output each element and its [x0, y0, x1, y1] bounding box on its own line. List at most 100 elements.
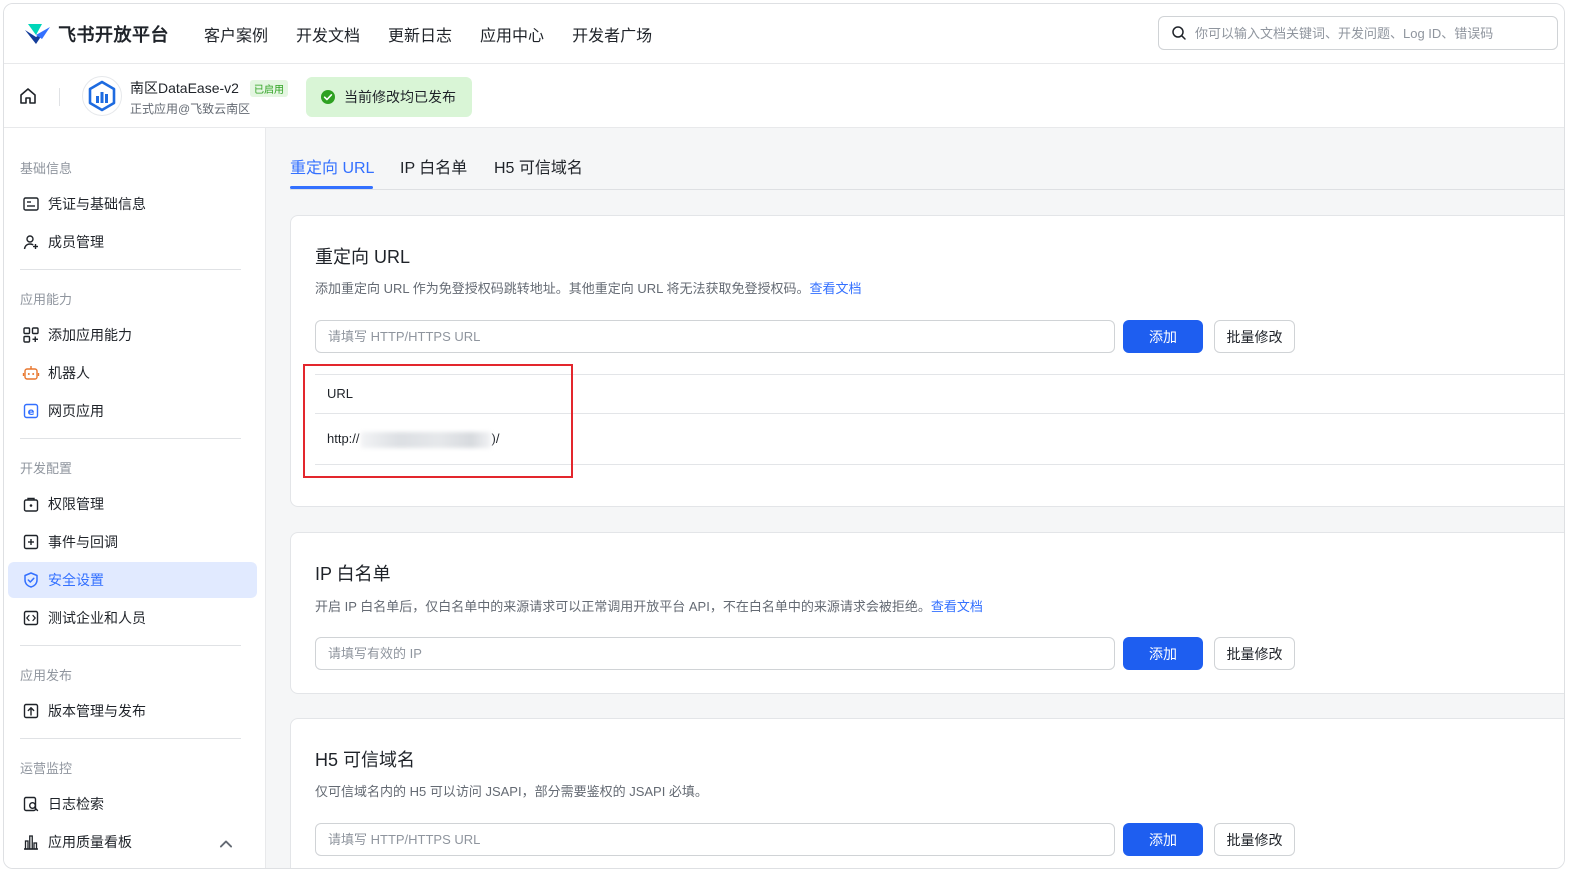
status-badge: 已启用 — [250, 80, 288, 97]
section-title-basic: 基础信息 — [20, 161, 73, 176]
publish-status: 当前修改均已发布 — [306, 77, 472, 117]
shield-icon — [24, 572, 38, 588]
event-icon — [23, 534, 39, 550]
search-icon — [1172, 26, 1186, 40]
tab-bar: 重定向 URL IP 白名单 H5 可信域名 — [290, 128, 1564, 190]
card-title: 重定向 URL — [315, 247, 411, 267]
redirect-url-input[interactable] — [315, 320, 1115, 353]
sidebar-item-log-search[interactable]: 日志检索 — [8, 786, 257, 822]
code-box-icon — [23, 610, 39, 626]
ip-input[interactable] — [315, 637, 1115, 670]
sidebar-item-credentials[interactable]: 凭证与基础信息 — [8, 186, 257, 222]
sidebar-item-bot[interactable]: 机器人 — [8, 355, 257, 391]
sidebar: 基础信息 凭证与基础信息 成员管理 应用能力 添加应用能力 机器人 e 网页应用… — [4, 128, 266, 868]
card-description: 仅可信域名内的 H5 可以访问 JSAPI，部分需要鉴权的 JSAPI 必填。 — [315, 784, 708, 799]
doc-link[interactable]: 查看文档 — [810, 281, 862, 296]
table-row: http:// )/ — [315, 414, 1564, 465]
sidebar-item-versions[interactable]: 版本管理与发布 — [8, 693, 257, 729]
card-title: H5 可信域名 — [315, 750, 416, 770]
sidebar-item-label: 事件与回调 — [48, 534, 118, 550]
card-title: IP 白名单 — [315, 564, 391, 584]
chevron-up-icon[interactable] — [217, 835, 235, 853]
web-app-icon: e — [23, 403, 39, 419]
sidebar-item-permissions[interactable]: 权限管理 — [8, 486, 257, 522]
id-card-icon — [23, 197, 39, 211]
chart-shield-icon — [88, 80, 116, 112]
svg-text:e: e — [28, 407, 35, 418]
lock-box-icon — [23, 497, 39, 512]
sidebar-item-web-app[interactable]: e 网页应用 — [8, 393, 257, 429]
sidebar-item-add-capability[interactable]: 添加应用能力 — [8, 317, 257, 353]
brand-name: 飞书开放平台 — [58, 25, 169, 45]
sidebar-item-quality-board[interactable]: 应用质量看板 — [8, 824, 257, 860]
search-input[interactable] — [1195, 25, 1535, 41]
app-subtitle: 正式应用@飞致云南区 — [130, 102, 251, 116]
url-suffix: )/ — [491, 431, 500, 446]
section-title-release: 应用发布 — [20, 668, 73, 683]
doc-link[interactable]: 查看文档 — [931, 599, 983, 614]
divider — [20, 438, 241, 439]
user-add-icon — [23, 235, 38, 250]
sidebar-item-label: 测试企业和人员 — [48, 610, 146, 626]
sidebar-item-security[interactable]: 安全设置 — [8, 562, 257, 598]
nav-app-center[interactable]: 应用中心 — [480, 22, 544, 46]
sidebar-item-events[interactable]: 事件与回调 — [8, 524, 257, 560]
top-nav: 飞书开放平台 客户案例 开发文档 更新日志 应用中心 开发者广场 — [4, 4, 1564, 64]
card-description: 开启 IP 白名单后，仅白名单中的来源请求可以正常调用开放平台 API，不在白名… — [315, 596, 983, 615]
batch-edit-button[interactable]: 批量修改 — [1214, 823, 1295, 856]
batch-edit-button[interactable]: 批量修改 — [1214, 637, 1295, 670]
sidebar-item-label: 凭证与基础信息 — [48, 196, 146, 212]
sidebar-item-label: 机器人 — [48, 365, 90, 381]
app-bar: 南区DataEase-v2 已启用 正式应用@飞致云南区 当前修改均已发布 — [4, 64, 1564, 128]
add-button[interactable]: 添加 — [1123, 637, 1203, 670]
redacted-host — [360, 431, 491, 448]
desc-text: 添加重定向 URL 作为免登授权码跳转地址。其他重定向 URL 将无法获取免登授… — [315, 281, 810, 296]
divider — [20, 645, 241, 646]
tab-h5-domains[interactable]: H5 可信域名 — [494, 154, 583, 178]
publish-status-text: 当前修改均已发布 — [344, 89, 456, 105]
main-content: 重定向 URL IP 白名单 H5 可信域名 重定向 URL 添加重定向 URL… — [266, 128, 1564, 868]
sidebar-item-label: 应用质量看板 — [48, 834, 132, 850]
nav-changelog[interactable]: 更新日志 — [388, 22, 452, 46]
desc-text: 开启 IP 白名单后，仅白名单中的来源请求可以正常调用开放平台 API，不在白名… — [315, 599, 931, 614]
sidebar-item-label: 日志检索 — [48, 796, 104, 812]
h5-domain-input[interactable] — [315, 823, 1115, 856]
batch-edit-button[interactable]: 批量修改 — [1214, 320, 1295, 353]
app-window: 飞书开放平台 客户案例 开发文档 更新日志 应用中心 开发者广场 南区DataE… — [3, 3, 1565, 869]
sidebar-item-label: 成员管理 — [48, 234, 104, 250]
log-search-icon — [23, 796, 39, 812]
divider — [59, 88, 60, 106]
divider — [20, 269, 241, 270]
card-description: 添加重定向 URL 作为免登授权码跳转地址。其他重定向 URL 将无法获取免登授… — [315, 278, 862, 297]
check-circle-icon — [321, 90, 335, 104]
sidebar-item-label: 安全设置 — [48, 572, 104, 588]
bar-chart-icon — [24, 835, 38, 850]
nav-dev-docs[interactable]: 开发文档 — [296, 22, 360, 46]
section-title-dev-config: 开发配置 — [20, 461, 73, 476]
sidebar-item-test-tenant[interactable]: 测试企业和人员 — [8, 600, 257, 636]
sidebar-item-label: 版本管理与发布 — [48, 703, 146, 719]
search-box[interactable] — [1158, 16, 1558, 50]
ip-whitelist-card: IP 白名单 开启 IP 白名单后，仅白名单中的来源请求可以正常调用开放平台 A… — [290, 532, 1564, 694]
robot-icon — [22, 366, 40, 380]
apps-add-icon — [23, 327, 39, 343]
brand-logo[interactable]: 飞书开放平台 — [22, 21, 169, 47]
add-button[interactable]: 添加 — [1123, 320, 1203, 353]
nav-developer-square[interactable]: 开发者广场 — [572, 22, 652, 46]
sidebar-item-members[interactable]: 成员管理 — [8, 224, 257, 260]
feishu-logo-icon — [25, 24, 50, 44]
section-title-monitoring: 运营监控 — [20, 761, 73, 776]
redirect-url-card: 重定向 URL 添加重定向 URL 作为免登授权码跳转地址。其他重定向 URL … — [290, 215, 1564, 507]
sidebar-item-label: 权限管理 — [48, 496, 104, 512]
home-icon[interactable] — [18, 86, 38, 106]
tab-redirect-url[interactable]: 重定向 URL — [290, 154, 374, 178]
active-tab-indicator — [290, 186, 373, 189]
add-button[interactable]: 添加 — [1123, 823, 1203, 856]
app-name: 南区DataEase-v2 — [130, 80, 239, 96]
nav-customer-cases[interactable]: 客户案例 — [204, 22, 268, 46]
sidebar-item-label: 添加应用能力 — [48, 327, 132, 343]
section-title-capabilities: 应用能力 — [20, 292, 73, 307]
table-header: URL — [315, 374, 1564, 414]
url-prefix: http:// — [327, 431, 360, 446]
tab-ip-whitelist[interactable]: IP 白名单 — [400, 154, 467, 178]
